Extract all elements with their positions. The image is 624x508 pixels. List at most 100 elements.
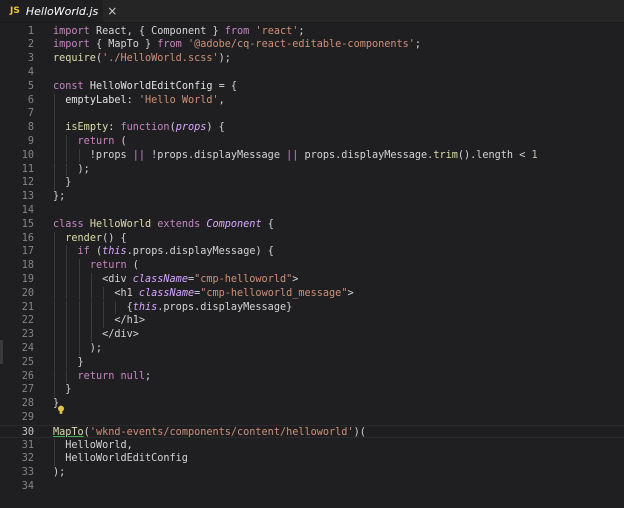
code-line[interactable]: 16 render() { xyxy=(0,231,624,246)
code-token: props xyxy=(175,122,207,134)
code-line[interactable]: 12 } xyxy=(0,176,624,191)
code-token: HelloWorld, xyxy=(53,439,133,451)
code-token: import xyxy=(53,25,90,37)
code-line[interactable]: 20 <h1 className="cmp-helloworld_message… xyxy=(0,286,624,301)
code-text: ); xyxy=(53,342,102,356)
code-line[interactable]: 8 isEmpty: function(props) { xyxy=(0,121,624,135)
code-line[interactable]: 28} xyxy=(0,397,624,411)
code-line[interactable]: 34 xyxy=(0,480,624,494)
code-text: import React, { Component } from 'react'… xyxy=(53,25,305,39)
code-token: div xyxy=(108,273,127,285)
code-token: > xyxy=(292,273,299,285)
code-token: }; xyxy=(53,191,66,203)
code-token: 'wknd-events/components/content/hellowor… xyxy=(89,426,354,438)
line-number: 13 xyxy=(21,191,34,203)
code-token: ) { xyxy=(206,122,225,134)
code-text: HelloWorld, xyxy=(53,439,133,453)
line-number: 5 xyxy=(27,80,34,92)
code-line[interactable]: 10 !props || !props.displayMessage || pr… xyxy=(0,148,624,163)
code-token: > xyxy=(347,287,354,299)
code-line[interactable]: 24 ); xyxy=(0,341,624,356)
code-text: isEmpty: function(props) { xyxy=(53,121,225,135)
code-token: h1 xyxy=(120,287,133,299)
code-token: ; xyxy=(145,370,152,382)
line-number: 15 xyxy=(21,218,34,230)
tab-helloworld-js[interactable]: JS HelloWorld.js × xyxy=(0,0,117,22)
code-text: const HelloWorldEditConfig = { xyxy=(53,80,237,94)
code-line[interactable]: 27 } xyxy=(0,383,624,398)
code-line[interactable]: 6 emptyLabel: 'Hello World', xyxy=(0,93,624,108)
code-text: } xyxy=(53,176,71,190)
code-line[interactable]: 13}; xyxy=(0,190,624,204)
code-line[interactable]: 3 require('./HelloWorld.scss'); xyxy=(0,52,624,66)
code-token: MapTo xyxy=(53,426,84,438)
code-line[interactable]: 21 {this.props.displayMessage} xyxy=(0,300,624,315)
code-text: ); xyxy=(53,163,90,177)
code-line[interactable]: 9 return ( xyxy=(0,134,624,149)
code-line[interactable]: 30 MapTo('wknd-events/components/content/… xyxy=(0,424,624,439)
code-token: } xyxy=(53,384,72,396)
code-line[interactable]: 4 xyxy=(0,66,624,80)
code-text: HelloWorldEditConfig xyxy=(53,452,188,466)
code-token: ; xyxy=(298,25,305,37)
code-token: )( xyxy=(353,426,366,438)
code-token: class xyxy=(53,218,84,230)
code-token: () { xyxy=(102,232,127,244)
code-token: ().length < xyxy=(457,149,532,161)
code-text: require('./HelloWorld.scss'); xyxy=(53,52,231,66)
code-line[interactable]: 31 HelloWorld, xyxy=(0,438,624,453)
code-token: ); xyxy=(53,163,90,175)
code-line[interactable]: 22 </h1> xyxy=(0,314,624,329)
code-token: < xyxy=(53,273,109,285)
code-line[interactable]: 33); xyxy=(0,466,624,480)
line-number: 19 xyxy=(21,273,34,285)
code-text: return null; xyxy=(53,370,152,384)
code-editor[interactable]: 1 import React, { Component } from 'react… xyxy=(0,22,624,508)
code-token: from xyxy=(224,25,250,37)
code-line[interactable]: 29 xyxy=(0,411,624,425)
line-number: 1 xyxy=(27,25,34,37)
code-text: if (this.props.displayMessage) { xyxy=(53,245,274,259)
code-line[interactable]: 25 } xyxy=(0,355,624,370)
code-line[interactable]: 11 ); xyxy=(0,162,624,177)
lightbulb-icon[interactable] xyxy=(57,405,65,415)
code-line[interactable]: 2 import { MapTo } from '@adobe/cq-react-… xyxy=(0,38,624,52)
code-token: return xyxy=(77,370,115,382)
code-line[interactable]: 32 HelloWorldEditConfig xyxy=(0,452,624,467)
code-token: </ xyxy=(53,315,127,327)
code-token: : xyxy=(108,122,121,134)
code-token: div xyxy=(114,329,133,341)
code-line[interactable]: 7 xyxy=(0,107,624,122)
code-text: }; xyxy=(53,190,65,204)
code-line[interactable]: 1 import React, { Component } from 'react… xyxy=(0,25,624,39)
code-token: React, { Component } xyxy=(89,25,225,37)
code-text: } xyxy=(53,356,84,370)
code-text: render() { xyxy=(53,232,127,246)
code-token: className xyxy=(132,273,188,285)
code-line[interactable]: 5 const HelloWorldEditConfig = { xyxy=(0,80,624,94)
line-number: 30 xyxy=(21,426,34,438)
scrollbar-marker[interactable] xyxy=(0,340,3,364)
code-token: ; xyxy=(414,39,422,51)
indent-guide xyxy=(54,107,55,122)
code-line[interactable]: 26 return null; xyxy=(0,369,624,384)
close-icon[interactable]: × xyxy=(107,4,117,18)
line-number: 28 xyxy=(21,398,34,410)
code-token: HelloWorld xyxy=(89,218,152,230)
code-line[interactable]: 23 </div> xyxy=(0,328,624,342)
line-number: 10 xyxy=(21,149,34,161)
code-line[interactable]: 17 if (this.props.displayMessage) { xyxy=(0,245,624,260)
code-line[interactable]: 18 return ( xyxy=(0,259,624,273)
code-line[interactable]: 14 xyxy=(0,204,624,218)
line-number: 32 xyxy=(21,453,34,465)
code-token: from xyxy=(157,39,182,51)
code-token: './HelloWorld.scss' xyxy=(102,53,219,65)
code-line[interactable]: 19 <div className="cmp-helloworld"> xyxy=(0,272,624,287)
line-number: 7 xyxy=(27,108,34,120)
code-line[interactable]: 15 class HelloWorld extends Component { xyxy=(0,218,624,232)
code-token: if xyxy=(77,246,90,258)
code-token: trim xyxy=(433,149,458,161)
